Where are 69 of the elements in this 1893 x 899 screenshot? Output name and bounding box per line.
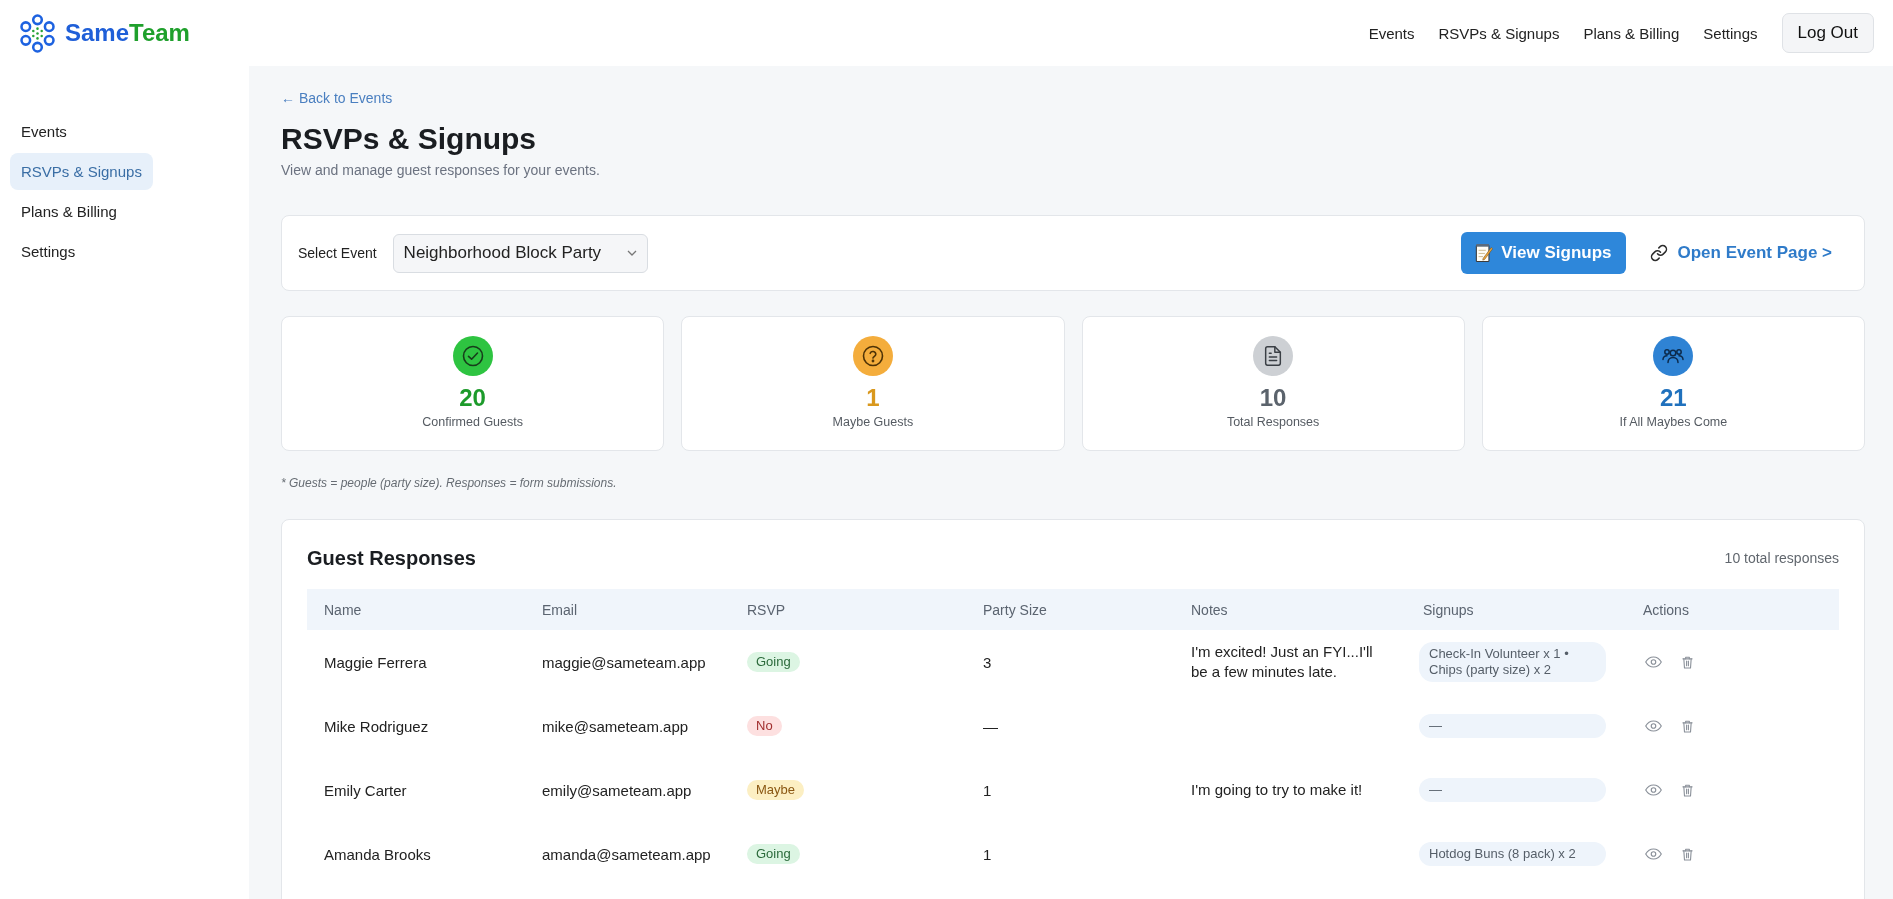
view-signups-button[interactable]: View Signups xyxy=(1461,232,1626,274)
select-event-label: Select Event xyxy=(298,245,377,261)
column-header: Actions xyxy=(1643,601,1689,618)
logo-icon xyxy=(18,13,57,53)
rsvp-badge: Going xyxy=(747,652,800,672)
column-header: Party Size xyxy=(983,601,1047,618)
stat-value: 1 xyxy=(866,384,880,412)
back-link[interactable]: ← Back to Events xyxy=(281,90,393,107)
column-header: Notes xyxy=(1191,601,1228,618)
signups-pill: — xyxy=(1419,714,1606,738)
stat-value: 10 xyxy=(1259,384,1287,412)
signups-pill: — xyxy=(1419,778,1606,802)
rsvp-badge: Maybe xyxy=(747,780,805,800)
guest-email: amanda@sameteam.app xyxy=(542,845,711,863)
nav-link[interactable]: Settings xyxy=(1703,24,1758,42)
guest-name: Maggie Ferrera xyxy=(324,653,427,671)
page-title: RSVPs & Signups xyxy=(281,121,537,157)
rsvp-badge: No xyxy=(747,716,782,736)
page-subtitle: View and manage guest responses for your events. xyxy=(281,161,600,179)
signups-pill: Check-In Volunteer x 1 • Chips (party size) x 2 xyxy=(1419,642,1606,682)
guest-email: emily@sameteam.app xyxy=(542,781,692,799)
guest-notes: I'm going to try to make it! xyxy=(1191,780,1363,800)
party-size: — xyxy=(983,717,998,735)
guest-email: maggie@sameteam.app xyxy=(542,653,706,671)
trash-icon[interactable] xyxy=(1682,655,1693,669)
trash-icon[interactable] xyxy=(1682,847,1693,861)
nav-link[interactable]: Events xyxy=(1368,24,1415,42)
notepad-icon xyxy=(1475,243,1494,263)
trash-icon[interactable] xyxy=(1682,719,1693,733)
trash-icon[interactable] xyxy=(1682,783,1693,797)
column-header: Name xyxy=(324,601,362,618)
column-header: Signups xyxy=(1423,601,1474,618)
eye-icon[interactable] xyxy=(1645,656,1662,668)
eye-icon[interactable] xyxy=(1645,848,1662,860)
nav-link[interactable]: RSVPs & Signups xyxy=(1438,24,1560,42)
stat-label: Total Responses xyxy=(1226,415,1320,430)
nav-link[interactable]: Plans & Billing xyxy=(1583,24,1680,42)
stat-label: If All Maybes Come xyxy=(1619,415,1728,430)
rsvp-badge: Going xyxy=(747,844,800,864)
column-header: RSVP xyxy=(747,601,786,618)
column-header: Email xyxy=(542,601,577,618)
guest-name: Emily Carter xyxy=(324,781,407,799)
guest-notes: I'm excited! Just an FYI...I'll be a few minutes late. xyxy=(1191,642,1374,682)
guest-name: Mike Rodriguez xyxy=(324,717,429,735)
section-title: Guest Responses xyxy=(307,546,476,570)
stat-value: 20 xyxy=(459,384,486,412)
stat-value: 21 xyxy=(1660,384,1687,412)
event-select[interactable]: Neighborhood Block Party xyxy=(392,233,648,273)
logout-button[interactable]: Log Out xyxy=(1781,13,1874,53)
party-size: 3 xyxy=(983,653,992,671)
brand-name: SameTeam xyxy=(65,19,190,47)
response-count: 10 total responses xyxy=(1724,550,1839,566)
stat-label: Maybe Guests xyxy=(832,415,914,430)
party-size: 1 xyxy=(983,845,992,863)
eye-icon[interactable] xyxy=(1645,784,1662,796)
sidebar-item[interactable]: Plans & Billing xyxy=(10,193,128,230)
chevron-down-icon xyxy=(626,250,637,256)
footnote: * Guests = people (party size). Responses = form submissions. xyxy=(281,476,617,491)
eye-icon[interactable] xyxy=(1645,720,1662,732)
sidebar-item[interactable]: Events xyxy=(10,113,78,150)
link-icon xyxy=(1649,244,1668,262)
stat-label: Confirmed Guests xyxy=(422,415,523,430)
open-event-page-link[interactable]: Open Event Page > xyxy=(1649,243,1832,263)
signups-pill: Hotdog Buns (8 pack) x 2 xyxy=(1419,842,1606,866)
party-size: 1 xyxy=(983,781,992,799)
sidebar-item[interactable]: RSVPs & Signups xyxy=(10,153,153,190)
guest-name: Amanda Brooks xyxy=(324,845,431,863)
guest-email: mike@sameteam.app xyxy=(542,717,689,735)
sidebar-item[interactable]: Settings xyxy=(10,233,87,270)
